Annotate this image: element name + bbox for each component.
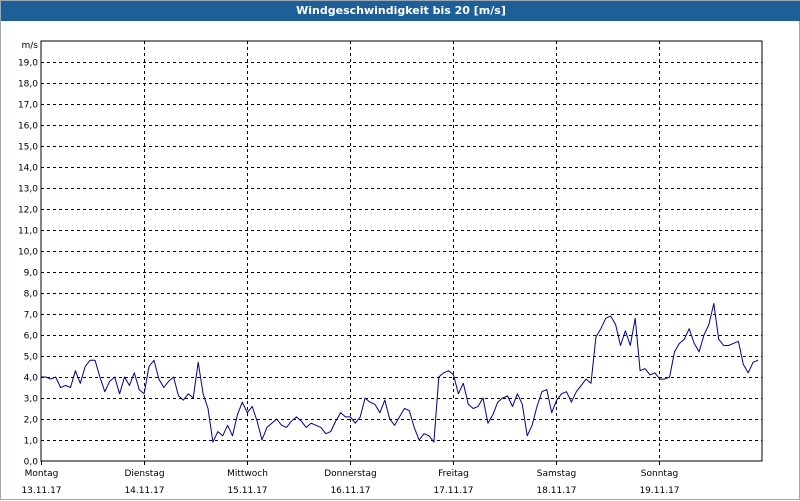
x-tick-label-date: 18.11.17 — [536, 486, 576, 496]
y-tick-label: 4,0 — [24, 374, 39, 384]
y-tick-label: 1,0 — [24, 437, 39, 447]
y-tick-label: 6,0 — [24, 332, 39, 342]
y-tick-label: 13,0 — [18, 185, 38, 195]
x-tick-label-day: Montag — [25, 469, 59, 479]
x-tick-label-day: Sonntag — [641, 469, 678, 479]
x-tick-label-date: 17.11.17 — [433, 486, 473, 496]
x-tick-label-date: 16.11.17 — [330, 486, 370, 496]
y-tick-label: 17,0 — [18, 101, 38, 111]
x-tick-label-day: Samstag — [537, 469, 576, 479]
y-tick-label: 8,0 — [24, 290, 39, 300]
y-tick-label: 10,0 — [18, 248, 38, 258]
x-tick-label-day: Donnerstag — [324, 469, 377, 479]
y-tick-label: 0,0 — [24, 458, 39, 468]
y-tick-label: 11,0 — [18, 227, 38, 237]
y-tick-label: 14,0 — [18, 164, 38, 174]
y-tick-label: 18,0 — [18, 80, 38, 90]
y-tick-label: 2,0 — [24, 416, 39, 426]
y-tick-label: 9,0 — [24, 269, 39, 279]
y-tick-label: 7,0 — [24, 311, 39, 321]
y-axis-label: m/s — [22, 41, 39, 51]
x-tick-label-day: Dienstag — [124, 469, 164, 479]
x-tick-label-day: Freitag — [438, 469, 469, 479]
wind-speed-chart: 0,0 1,0 2,0 3,0 4,0 5,0 6,0 7,0 8,0 9,0 10,0 11,0 12… — [18, 40, 763, 496]
y-tick-label: 5,0 — [24, 353, 39, 363]
y-tick-label: 16,0 — [18, 122, 38, 132]
y-tick-label: 3,0 — [24, 395, 39, 405]
x-tick-label-date: 15.11.17 — [227, 486, 267, 496]
y-tick-label: 15,0 — [18, 143, 38, 153]
x-tick-label-date: 13.11.17 — [21, 486, 61, 496]
y-tick-label: 12,0 — [18, 206, 38, 216]
x-tick-label-day: Mittwoch — [227, 469, 268, 479]
x-tick-label-date: 19.11.17 — [639, 486, 679, 496]
x-tick-label-date: 14.11.17 — [124, 486, 164, 496]
chart-window: Windgeschwindigkeit bis 20 [m/s] 0,0 1,0 2… — [0, 0, 800, 500]
y-tick-label: 19,0 — [18, 59, 38, 69]
